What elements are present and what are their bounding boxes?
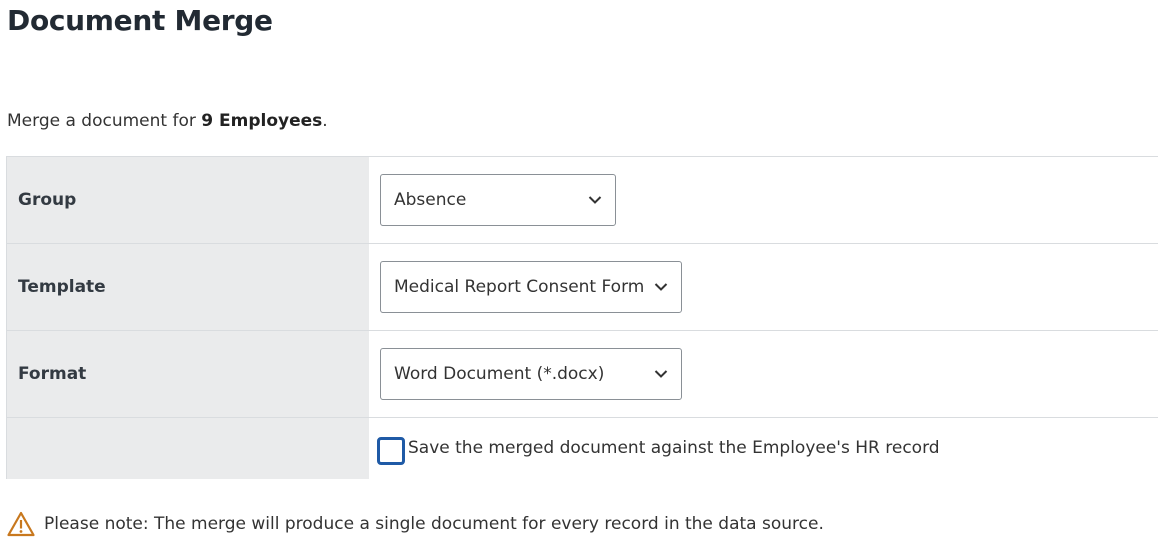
form-row-format: Format Word Document (*.docx) (7, 331, 1158, 417)
format-select[interactable]: Word Document (*.docx) (380, 348, 682, 400)
save-row-label-cell (7, 418, 369, 479)
save-to-hr-record-label[interactable]: Save the merged document against the Emp… (408, 438, 940, 458)
chevron-down-icon (654, 283, 668, 291)
format-label: Format (7, 331, 369, 417)
format-select-value: Word Document (*.docx) (394, 364, 605, 384)
chevron-down-icon (588, 196, 602, 204)
merge-note: Please note: The merge will produce a si… (7, 511, 824, 537)
page-title: Document Merge (7, 4, 273, 37)
group-select[interactable]: Absence (380, 174, 616, 226)
group-label: Group (7, 157, 369, 243)
intro-prefix: Merge a document for (7, 111, 202, 131)
form-row-template: Template Medical Report Consent Form (7, 244, 1158, 330)
chevron-down-icon (654, 370, 668, 378)
template-label: Template (7, 244, 369, 330)
group-select-value: Absence (394, 190, 467, 210)
form-row-save: Save the merged document against the Emp… (7, 418, 1158, 479)
warning-icon (7, 511, 35, 537)
employee-count: 9 Employees (201, 111, 323, 131)
form-row-group: Group Absence (7, 157, 1158, 243)
template-select[interactable]: Medical Report Consent Form (380, 261, 682, 313)
merge-note-text: Please note: The merge will produce a si… (44, 514, 824, 534)
template-select-value: Medical Report Consent Form (394, 277, 645, 297)
save-to-hr-record-checkbox[interactable] (377, 437, 405, 465)
merge-form: Group Absence Template Medical Report Co… (6, 156, 1158, 479)
intro-text: Merge a document for 9 Employees. (7, 111, 328, 131)
intro-suffix: . (322, 111, 328, 131)
